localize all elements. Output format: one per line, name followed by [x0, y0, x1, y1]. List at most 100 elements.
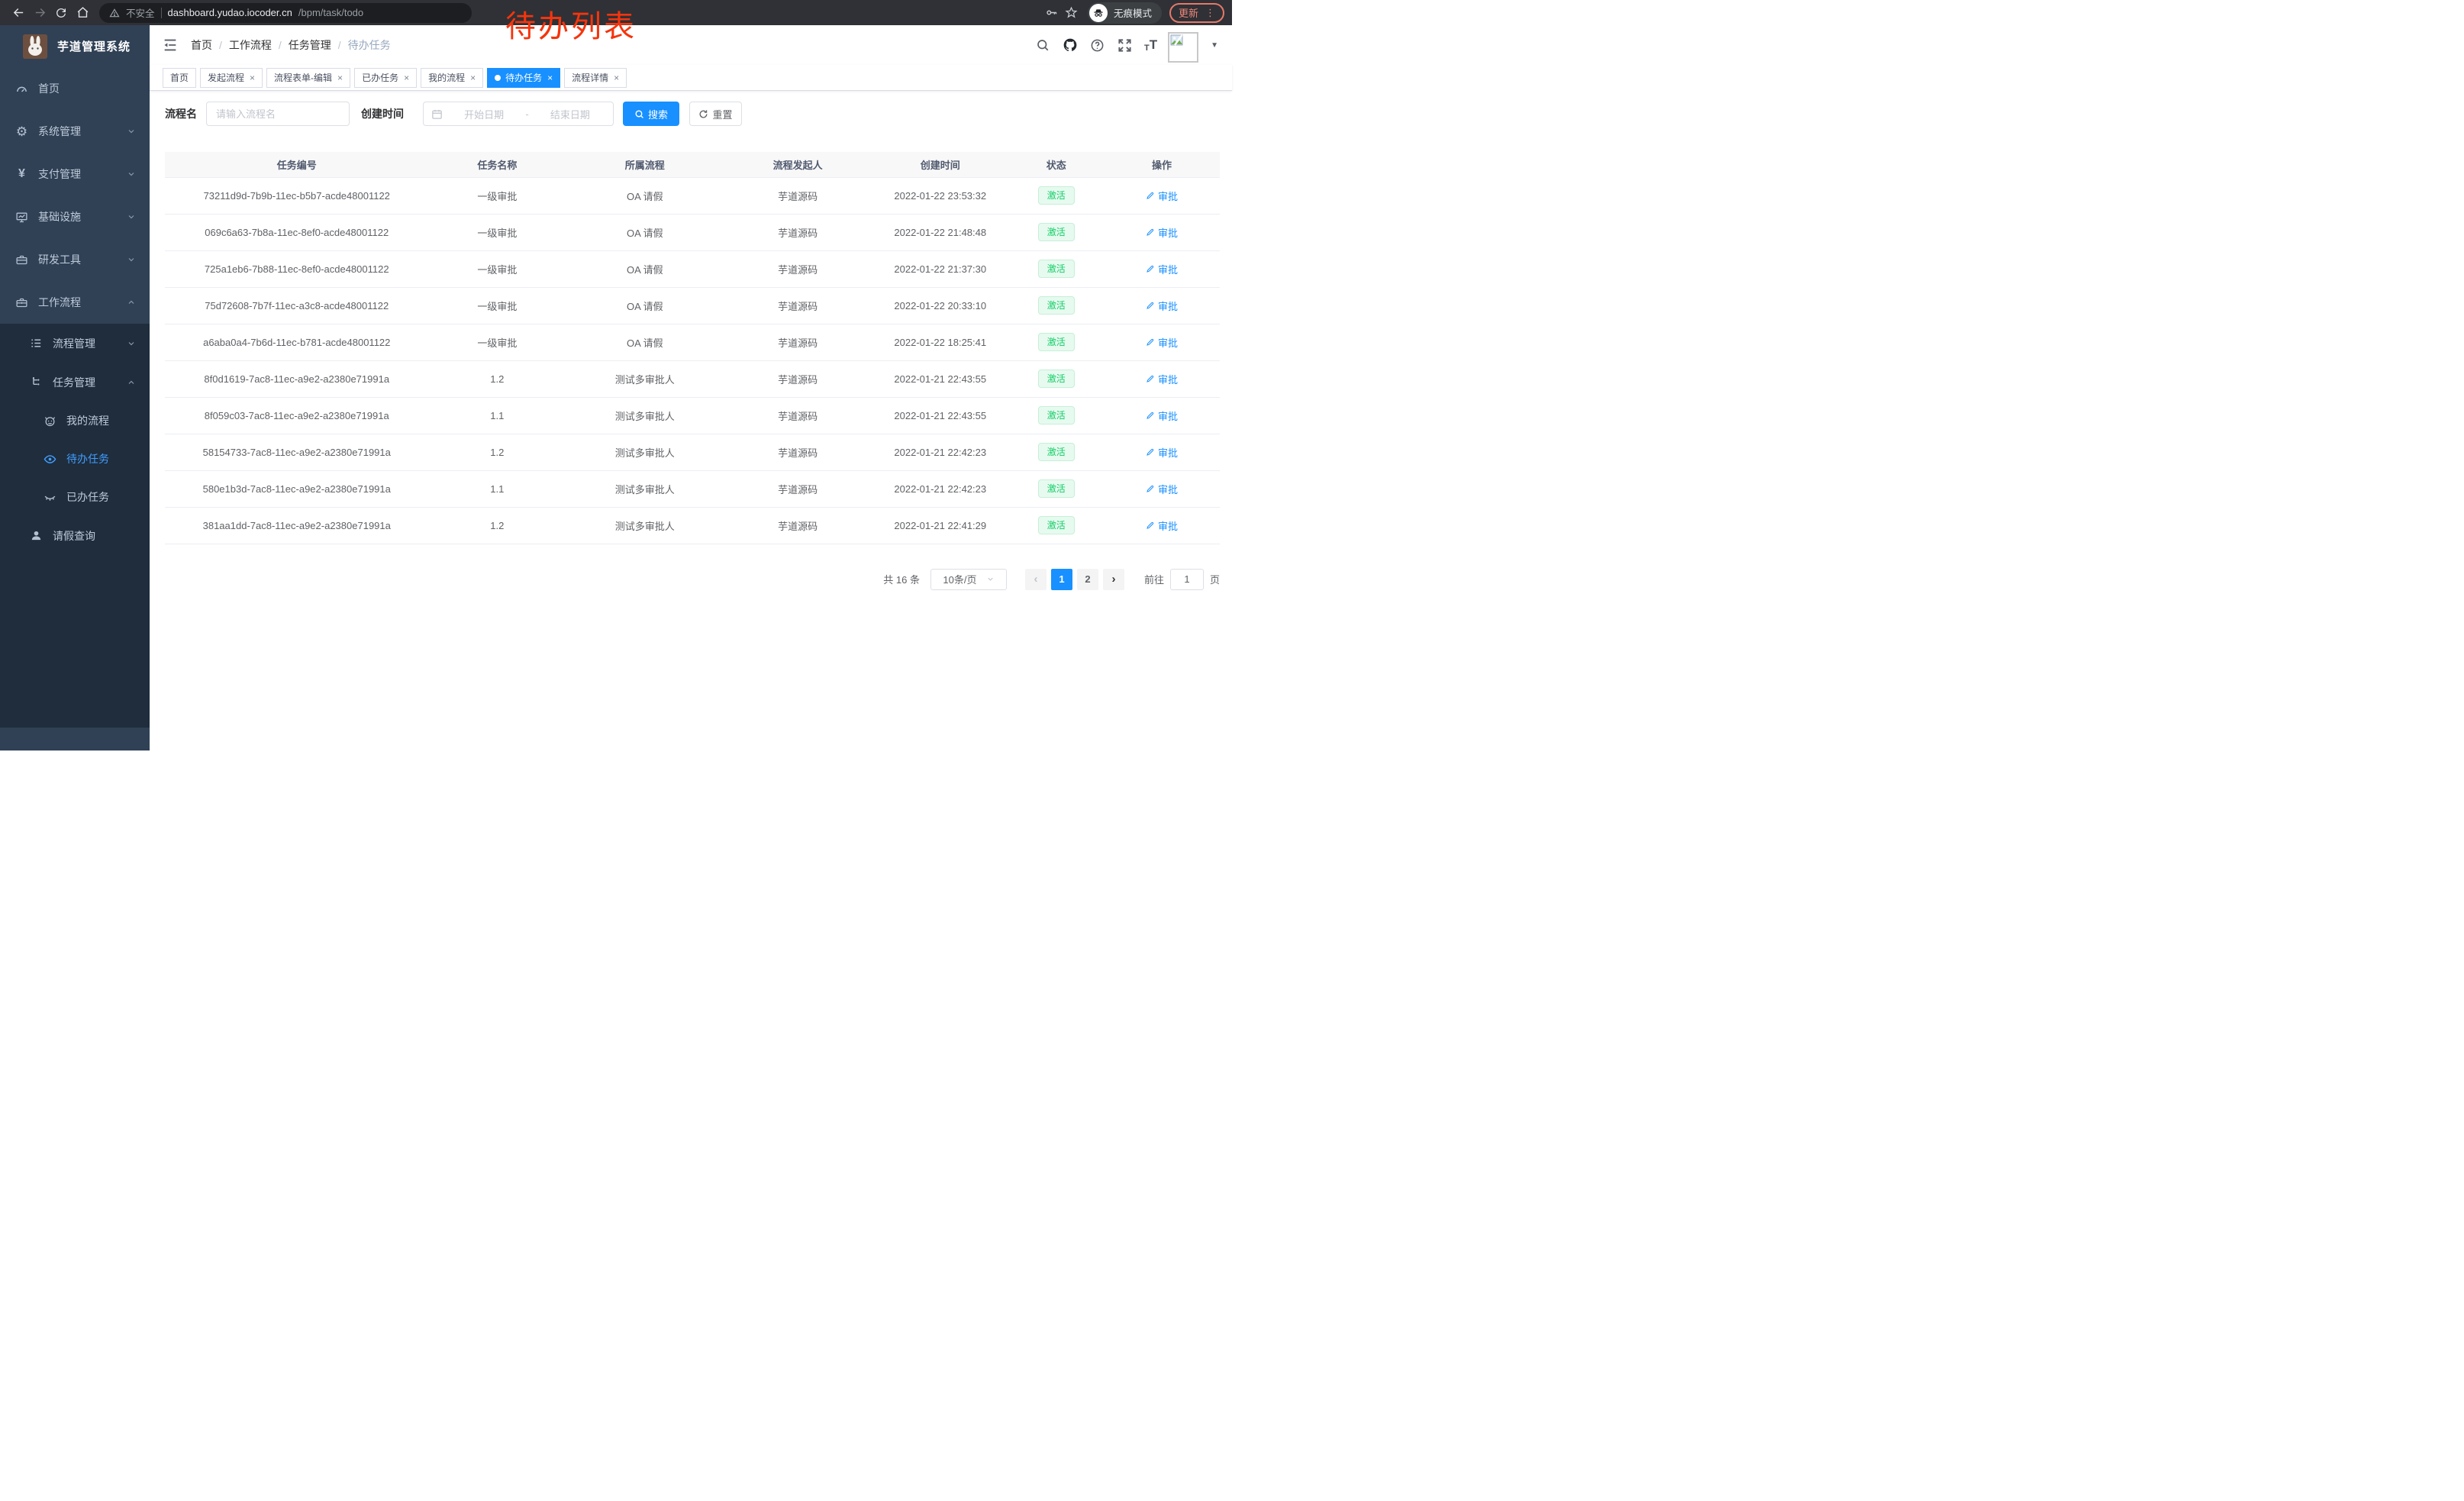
breadcrumb-task-management[interactable]: 任务管理 [289, 37, 331, 53]
monitor-icon [15, 211, 28, 224]
sidebar-item-label: 已办任务 [66, 489, 109, 505]
goto-page-input[interactable] [1170, 569, 1204, 590]
edit-pencil-icon [1146, 374, 1155, 383]
bookmark-star-icon[interactable] [1062, 3, 1082, 23]
not-secure-warning-icon [109, 8, 120, 18]
approve-link[interactable]: 审批 [1146, 518, 1178, 533]
breadcrumb-separator: / [338, 39, 341, 51]
app-title: 芋道管理系统 [57, 38, 131, 54]
page-button-2[interactable]: 2 [1077, 569, 1098, 590]
filter-form: 流程名 创建时间 开始日期 - 结束日期 搜索 重置 [165, 102, 1220, 126]
browser-update-button[interactable]: 更新 ⋮ [1169, 3, 1224, 23]
sidebar-item-task-management[interactable]: 任务管理 [0, 363, 150, 402]
sidebar-item-workflow[interactable]: 工作流程 [0, 281, 150, 324]
tab-home[interactable]: 首页 [163, 68, 196, 88]
start-date-placeholder[interactable]: 开始日期 [449, 107, 519, 121]
app-logo-row: 芋道管理系统 [0, 25, 150, 67]
password-key-icon[interactable] [1042, 3, 1062, 23]
sidebar-item-home[interactable]: 首页 [0, 67, 150, 110]
avatar[interactable] [1168, 32, 1198, 63]
breadcrumb-home[interactable]: 首页 [191, 37, 212, 53]
sidebar-item-dev-tools[interactable]: 研发工具 [0, 238, 150, 281]
font-size-icon[interactable]: TT [1144, 37, 1157, 53]
close-icon[interactable]: × [404, 73, 409, 83]
menu-fold-icon[interactable] [162, 37, 179, 53]
table-row: 381aa1dd-7ac8-11ec-a9e2-a2380e71991a 1.2… [165, 507, 1220, 544]
close-icon[interactable]: × [337, 73, 343, 83]
security-label[interactable]: 不安全 [126, 5, 155, 20]
tab-my-process[interactable]: 我的流程 × [421, 68, 483, 88]
close-icon[interactable]: × [614, 73, 619, 83]
approve-link[interactable]: 审批 [1146, 372, 1178, 386]
approve-link[interactable]: 审批 [1146, 189, 1178, 203]
breadcrumb-workflow[interactable]: 工作流程 [229, 37, 272, 53]
table-row: 8f059c03-7ac8-11ec-a9e2-a2380e71991a 1.1… [165, 397, 1220, 434]
table-row: 8f0d1619-7ac8-11ec-a9e2-a2380e71991a 1.2… [165, 360, 1220, 397]
sidebar-item-process-management[interactable]: 流程管理 [0, 324, 150, 363]
date-range-picker[interactable]: 开始日期 - 结束日期 [423, 102, 614, 126]
sidebar-item-system[interactable]: ⚙ 系统管理 [0, 110, 150, 153]
status-badge: 激活 [1038, 296, 1075, 315]
close-icon[interactable]: × [470, 73, 476, 83]
page-size-select[interactable]: 10条/页 [930, 569, 1007, 590]
help-question-icon[interactable] [1089, 37, 1106, 53]
github-icon[interactable] [1062, 37, 1079, 53]
incognito-badge: 无痕模式 [1088, 2, 1162, 24]
process-name-input[interactable] [206, 102, 350, 126]
sidebar-item-payment[interactable]: ¥ 支付管理 [0, 153, 150, 195]
col-task-id: 任务编号 [165, 152, 429, 177]
search-icon[interactable] [1034, 37, 1051, 53]
sidebar-item-label: 流程管理 [53, 336, 95, 351]
col-task-name: 任务名称 [429, 152, 566, 177]
update-label: 更新 [1179, 5, 1198, 20]
refresh-icon [698, 109, 708, 119]
broken-image-icon [1170, 34, 1184, 47]
approve-link[interactable]: 审批 [1146, 482, 1178, 496]
browser-menu-icon[interactable]: ⋮ [1205, 7, 1215, 19]
approve-link[interactable]: 审批 [1146, 445, 1178, 460]
fullscreen-icon[interactable] [1117, 37, 1134, 53]
sidebar-item-leave-query[interactable]: 请假查询 [0, 516, 150, 555]
chevron-down-icon [127, 255, 136, 264]
avatar-caret-icon[interactable]: ▼ [1211, 41, 1218, 50]
sidebar-item-label: 支付管理 [38, 166, 81, 182]
sidebar-item-infrastructure[interactable]: 基础设施 [0, 195, 150, 238]
next-page-button[interactable]: › [1103, 569, 1124, 590]
sidebar-item-label: 待办任务 [66, 451, 109, 466]
sidebar-item-done-tasks[interactable]: 已办任务 [0, 478, 150, 516]
browser-forward-icon[interactable] [29, 2, 50, 24]
search-icon [634, 109, 644, 119]
search-button[interactable]: 搜索 [623, 102, 679, 126]
tab-start-process[interactable]: 发起流程 × [200, 68, 263, 88]
tab-todo-tasks[interactable]: 待办任务 × [487, 68, 560, 88]
browser-home-icon[interactable] [72, 2, 93, 24]
tab-done-tasks[interactable]: 已办任务 × [354, 68, 417, 88]
sidebar-item-todo-tasks[interactable]: 待办任务 [0, 440, 150, 478]
close-icon[interactable]: × [547, 73, 553, 83]
page-button-1[interactable]: 1 [1051, 569, 1072, 590]
tab-process-form-edit[interactable]: 流程表单-编辑 × [266, 68, 350, 88]
calendar-icon [431, 108, 443, 120]
dashboard-icon [15, 82, 28, 95]
prev-page-button[interactable]: ‹ [1025, 569, 1047, 590]
browser-back-icon[interactable] [8, 2, 29, 24]
app-navbar: 首页 / 工作流程 / 任务管理 / 待办任务 [150, 25, 1232, 65]
approve-link[interactable]: 审批 [1146, 408, 1178, 423]
edit-pencil-icon [1146, 301, 1155, 310]
sidebar-item-my-process[interactable]: 我的流程 [0, 402, 150, 440]
status-badge: 激活 [1038, 260, 1075, 278]
table-header-row: 任务编号 任务名称 所属流程 流程发起人 创建时间 状态 操作 [165, 152, 1220, 177]
end-date-placeholder[interactable]: 结束日期 [535, 107, 605, 121]
table-row: 725a1eb6-7b88-11ec-8ef0-acde48001122 一级审… [165, 250, 1220, 287]
approve-link[interactable]: 审批 [1146, 262, 1178, 276]
browser-reload-icon[interactable] [50, 2, 72, 24]
approve-link[interactable]: 审批 [1146, 335, 1178, 350]
close-icon[interactable]: × [250, 73, 255, 83]
address-bar[interactable]: 不安全 dashboard.yudao.iocoder.cn/bpm/task/… [99, 3, 472, 23]
reset-button[interactable]: 重置 [689, 102, 742, 126]
tab-process-detail[interactable]: 流程详情 × [564, 68, 627, 88]
approve-link[interactable]: 审批 [1146, 299, 1178, 313]
approve-link[interactable]: 审批 [1146, 225, 1178, 240]
status-badge: 激活 [1038, 406, 1075, 424]
col-status: 状态 [1009, 152, 1104, 177]
